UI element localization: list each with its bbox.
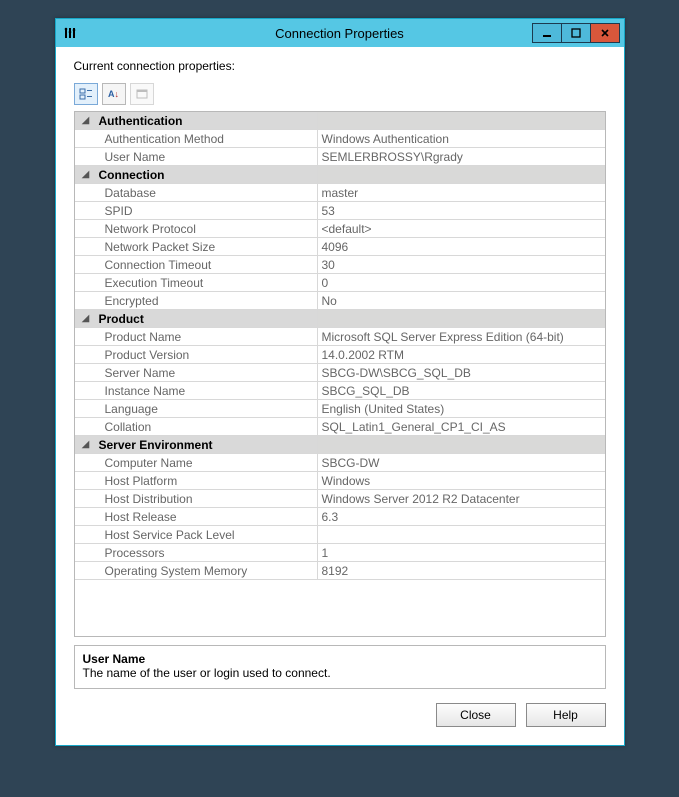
property-row[interactable]: EncryptedNo bbox=[75, 292, 605, 310]
app-icon bbox=[56, 26, 84, 40]
property-row[interactable]: Network Protocol<default> bbox=[75, 220, 605, 238]
collapse-icon[interactable]: ◢ bbox=[75, 310, 97, 328]
category-name: Authentication bbox=[97, 112, 318, 130]
property-value: <default> bbox=[317, 220, 605, 238]
property-name: SPID bbox=[97, 202, 318, 220]
property-row[interactable]: Network Packet Size4096 bbox=[75, 238, 605, 256]
property-value: Microsoft SQL Server Express Edition (64… bbox=[317, 328, 605, 346]
caption-label: Current connection properties: bbox=[74, 59, 606, 73]
property-value: 6.3 bbox=[317, 508, 605, 526]
alphabetical-button[interactable]: A↓ bbox=[102, 83, 126, 105]
property-value: 1 bbox=[317, 544, 605, 562]
dialog-window: Connection Properties Current connection… bbox=[55, 18, 625, 746]
property-name: Host Release bbox=[97, 508, 318, 526]
window-controls bbox=[533, 23, 620, 43]
property-value: SBCG_SQL_DB bbox=[317, 382, 605, 400]
description-pane: User Name The name of the user or login … bbox=[74, 645, 606, 689]
property-value: SQL_Latin1_General_CP1_CI_AS bbox=[317, 418, 605, 436]
property-row[interactable]: Instance NameSBCG_SQL_DB bbox=[75, 382, 605, 400]
property-row[interactable]: Processors1 bbox=[75, 544, 605, 562]
property-name: User Name bbox=[97, 148, 318, 166]
property-pages-button[interactable] bbox=[130, 83, 154, 105]
property-name: Server Name bbox=[97, 364, 318, 382]
collapse-icon[interactable]: ◢ bbox=[75, 112, 97, 130]
property-value: 53 bbox=[317, 202, 605, 220]
property-row[interactable]: CollationSQL_Latin1_General_CP1_CI_AS bbox=[75, 418, 605, 436]
property-name: Host Platform bbox=[97, 472, 318, 490]
property-value: Windows bbox=[317, 472, 605, 490]
property-value: SEMLERBROSSY\Rgrady bbox=[317, 148, 605, 166]
category-row[interactable]: ◢Authentication bbox=[75, 112, 605, 130]
maximize-button[interactable] bbox=[561, 23, 591, 43]
minimize-button[interactable] bbox=[532, 23, 562, 43]
property-name: Connection Timeout bbox=[97, 256, 318, 274]
property-name: Host Service Pack Level bbox=[97, 526, 318, 544]
property-row[interactable]: Server NameSBCG-DW\SBCG_SQL_DB bbox=[75, 364, 605, 382]
description-text: The name of the user or login used to co… bbox=[83, 666, 597, 680]
property-name: Processors bbox=[97, 544, 318, 562]
close-button[interactable] bbox=[590, 23, 620, 43]
property-row[interactable]: Operating System Memory8192 bbox=[75, 562, 605, 580]
property-value: 4096 bbox=[317, 238, 605, 256]
property-name: Host Distribution bbox=[97, 490, 318, 508]
property-row[interactable]: Authentication MethodWindows Authenticat… bbox=[75, 130, 605, 148]
property-row[interactable]: Product Version14.0.2002 RTM bbox=[75, 346, 605, 364]
property-name: Product Name bbox=[97, 328, 318, 346]
close-dialog-button[interactable]: Close bbox=[436, 703, 516, 727]
property-name: Execution Timeout bbox=[97, 274, 318, 292]
property-name: Operating System Memory bbox=[97, 562, 318, 580]
property-value: English (United States) bbox=[317, 400, 605, 418]
property-value: Windows Server 2012 R2 Datacenter bbox=[317, 490, 605, 508]
property-name: Network Protocol bbox=[97, 220, 318, 238]
help-button[interactable]: Help bbox=[526, 703, 606, 727]
property-value: Windows Authentication bbox=[317, 130, 605, 148]
property-value bbox=[317, 526, 605, 544]
property-row[interactable]: Execution Timeout0 bbox=[75, 274, 605, 292]
property-value: No bbox=[317, 292, 605, 310]
property-row[interactable]: Host PlatformWindows bbox=[75, 472, 605, 490]
property-name: Database bbox=[97, 184, 318, 202]
property-value: SBCG-DW bbox=[317, 454, 605, 472]
property-value: SBCG-DW\SBCG_SQL_DB bbox=[317, 364, 605, 382]
property-row[interactable]: Host Service Pack Level bbox=[75, 526, 605, 544]
property-value: 14.0.2002 RTM bbox=[317, 346, 605, 364]
collapse-icon[interactable]: ◢ bbox=[75, 436, 97, 454]
category-row[interactable]: ◢Server Environment bbox=[75, 436, 605, 454]
collapse-icon[interactable]: ◢ bbox=[75, 166, 97, 184]
property-row[interactable]: Databasemaster bbox=[75, 184, 605, 202]
property-value: master bbox=[317, 184, 605, 202]
property-row[interactable]: Computer NameSBCG-DW bbox=[75, 454, 605, 472]
property-toolbar: A↓ bbox=[74, 83, 606, 105]
property-name: Instance Name bbox=[97, 382, 318, 400]
property-row[interactable]: SPID53 bbox=[75, 202, 605, 220]
description-title: User Name bbox=[83, 652, 597, 666]
property-row[interactable]: User NameSEMLERBROSSY\Rgrady bbox=[75, 148, 605, 166]
property-row[interactable]: LanguageEnglish (United States) bbox=[75, 400, 605, 418]
property-row[interactable]: Connection Timeout30 bbox=[75, 256, 605, 274]
property-row[interactable]: Product NameMicrosoft SQL Server Express… bbox=[75, 328, 605, 346]
property-name: Product Version bbox=[97, 346, 318, 364]
property-row[interactable]: Host Release6.3 bbox=[75, 508, 605, 526]
property-value: 0 bbox=[317, 274, 605, 292]
property-name: Language bbox=[97, 400, 318, 418]
property-grid[interactable]: ◢AuthenticationAuthentication MethodWind… bbox=[74, 111, 606, 637]
property-name: Authentication Method bbox=[97, 130, 318, 148]
property-name: Encrypted bbox=[97, 292, 318, 310]
property-value: 8192 bbox=[317, 562, 605, 580]
category-name: Product bbox=[97, 310, 318, 328]
categorized-button[interactable] bbox=[74, 83, 98, 105]
category-row[interactable]: ◢Connection bbox=[75, 166, 605, 184]
category-name: Connection bbox=[97, 166, 318, 184]
property-name: Computer Name bbox=[97, 454, 318, 472]
property-name: Collation bbox=[97, 418, 318, 436]
property-name: Network Packet Size bbox=[97, 238, 318, 256]
property-value: 30 bbox=[317, 256, 605, 274]
category-row[interactable]: ◢Product bbox=[75, 310, 605, 328]
property-row[interactable]: Host DistributionWindows Server 2012 R2 … bbox=[75, 490, 605, 508]
titlebar[interactable]: Connection Properties bbox=[56, 19, 624, 47]
category-name: Server Environment bbox=[97, 436, 318, 454]
